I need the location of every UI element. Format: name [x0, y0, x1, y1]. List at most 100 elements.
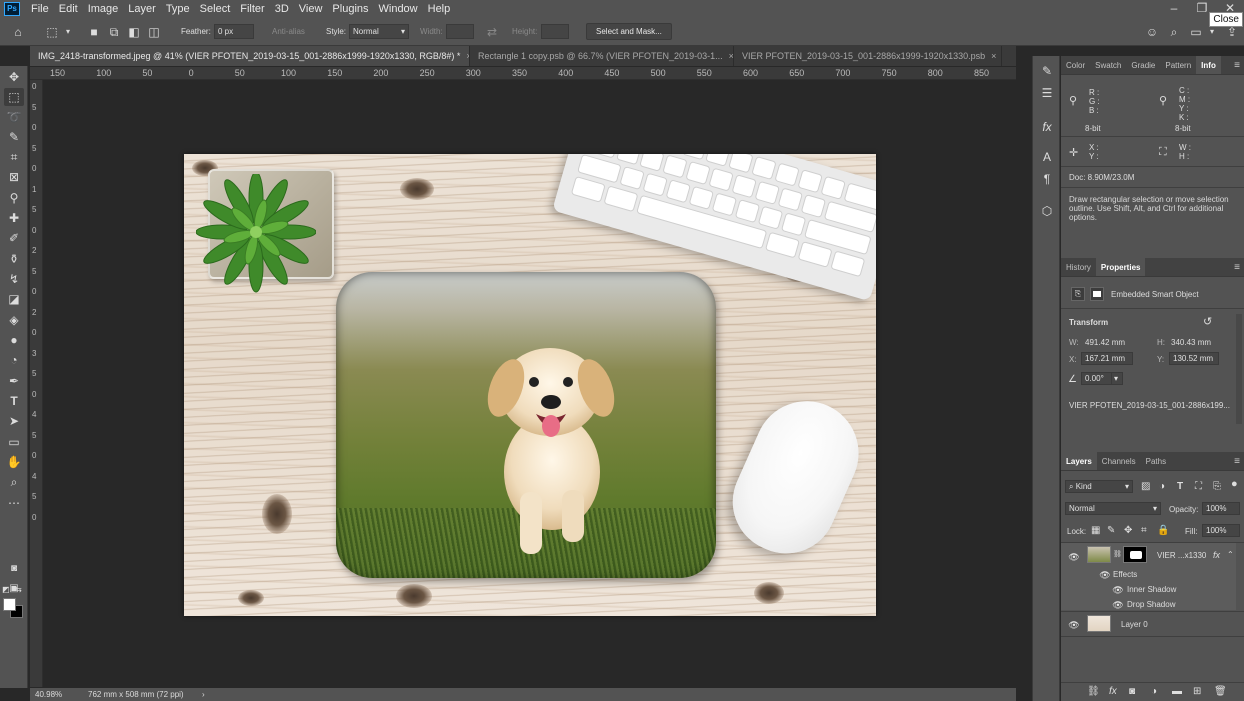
healing-brush-tool-icon[interactable]: ✚: [4, 209, 24, 227]
menu-help[interactable]: Help: [423, 0, 456, 18]
marquee-preset-icon[interactable]: ⬚: [44, 24, 60, 40]
tab-img-2418[interactable]: IMG_2418-transformed.jpeg @ 41% (VIER PF…: [30, 46, 470, 66]
tab-info[interactable]: Info: [1196, 56, 1221, 74]
effect-drop-shadow[interactable]: Drop Shadow: [1127, 600, 1175, 609]
layer-name[interactable]: Layer 0: [1121, 620, 1148, 629]
menu-view[interactable]: View: [294, 0, 328, 18]
lock-image-icon[interactable]: ✎: [1107, 525, 1115, 536]
quick-mask-icon[interactable]: ◙: [4, 560, 24, 578]
link-layers-icon[interactable]: ⛓: [1087, 686, 1100, 697]
y-position-input[interactable]: 130.52 mm: [1169, 352, 1219, 365]
menu-edit[interactable]: Edit: [54, 0, 83, 18]
menu-window[interactable]: Window: [374, 0, 423, 18]
chevron-down-icon[interactable]: ▾: [60, 24, 76, 40]
dodge-tool-icon[interactable]: ◔: [4, 351, 24, 369]
lock-artboard-icon[interactable]: ⌗: [1141, 525, 1147, 536]
menu-3d[interactable]: 3D: [270, 0, 294, 18]
layer-filter-kind-select[interactable]: ⌕ Kind ▾: [1065, 480, 1133, 493]
reset-transform-icon[interactable]: ↺: [1203, 315, 1212, 328]
styles-icon[interactable]: fx: [1038, 118, 1056, 136]
style-select[interactable]: Normal ▾: [349, 24, 409, 39]
eyedropper-tool-icon[interactable]: ⚲: [4, 189, 24, 207]
new-group-folder-icon[interactable]: ▬: [1172, 686, 1182, 697]
menu-image[interactable]: Image: [83, 0, 124, 18]
antialias-checkbox[interactable]: Anti-alias: [272, 27, 305, 36]
tab-swatches[interactable]: Swatch: [1090, 56, 1126, 74]
panel-menu-icon[interactable]: ≡: [1234, 452, 1240, 471]
tab-gradients[interactable]: Gradie: [1126, 56, 1160, 74]
blend-mode-select[interactable]: Normal ▾: [1065, 502, 1161, 515]
crop-tool-icon[interactable]: ⌗: [4, 148, 24, 166]
tab-vier-pfoten-psb[interactable]: VIER PFOTEN_2019-03-15_001-2886x1999-192…: [734, 46, 1002, 66]
foreground-color-swatch[interactable]: [3, 598, 16, 611]
properties-scrollbar[interactable]: [1236, 314, 1242, 424]
new-layer-icon[interactable]: ⊞: [1193, 686, 1201, 697]
visibility-eye-icon[interactable]: 👁: [1068, 620, 1080, 630]
share-icon[interactable]: ☺: [1144, 24, 1160, 40]
close-tab-icon[interactable]: ×: [991, 51, 996, 61]
height-value[interactable]: 340.43 mm: [1171, 338, 1211, 347]
filter-adjustment-icon[interactable]: ◑: [1159, 481, 1165, 492]
paragraph-icon[interactable]: ¶: [1038, 170, 1056, 188]
layer-mask-thumbnail[interactable]: [1123, 546, 1147, 563]
chevron-down-icon[interactable]: ▾: [1111, 372, 1123, 385]
tab-patterns[interactable]: Pattern: [1160, 56, 1196, 74]
type-tool-icon[interactable]: T: [4, 392, 24, 410]
blur-tool-icon[interactable]: ●: [4, 331, 24, 349]
effects-label[interactable]: Effects: [1113, 570, 1137, 579]
hand-tool-icon[interactable]: ✋: [4, 453, 24, 471]
panel-menu-icon[interactable]: ≡: [1234, 56, 1240, 75]
layer-fx-icon[interactable]: fx: [1213, 550, 1220, 560]
menu-file[interactable]: File: [26, 0, 54, 18]
rectangle-tool-icon[interactable]: ▭: [4, 433, 24, 451]
home-icon[interactable]: ⌂: [10, 24, 26, 40]
clone-stamp-tool-icon[interactable]: ⚱: [4, 250, 24, 268]
lock-transparent-icon[interactable]: ▦: [1091, 525, 1100, 536]
menu-plugins[interactable]: Plugins: [327, 0, 373, 18]
tab-paths[interactable]: Paths: [1141, 452, 1171, 470]
new-adjustment-icon[interactable]: ◑: [1151, 686, 1157, 697]
width-value[interactable]: 491.42 mm: [1085, 338, 1125, 347]
filter-shape-icon[interactable]: ⛶: [1195, 481, 1202, 492]
zoom-level[interactable]: 40.98%: [35, 690, 62, 699]
layer-row-layer-0[interactable]: 👁 Layer 0: [1061, 612, 1236, 636]
opacity-input[interactable]: 100%: [1202, 502, 1240, 515]
feather-input[interactable]: 0 px: [214, 24, 254, 39]
pen-tool-icon[interactable]: ✒: [4, 372, 24, 390]
width-input[interactable]: [446, 24, 474, 39]
trash-icon[interactable]: 🗑: [1214, 686, 1227, 697]
menu-filter[interactable]: Filter: [235, 0, 269, 18]
brush-settings-icon[interactable]: ✎: [1038, 62, 1056, 80]
tab-channels[interactable]: Channels: [1097, 452, 1141, 470]
subtract-selection-icon[interactable]: ◧: [126, 24, 142, 40]
frame-tool-icon[interactable]: ⊠: [4, 168, 24, 186]
history-brush-tool-icon[interactable]: ↯: [4, 270, 24, 288]
add-selection-icon[interactable]: ⧉: [106, 24, 122, 40]
filter-smart-object-icon[interactable]: ⎘: [1213, 481, 1221, 492]
collapse-effects-icon[interactable]: ⌃: [1227, 550, 1234, 559]
visibility-eye-icon[interactable]: 👁: [1112, 600, 1124, 610]
mousepad-smart-object[interactable]: [336, 272, 716, 578]
angle-input[interactable]: 0.00°: [1081, 372, 1113, 385]
screen-mode-icon[interactable]: ▣: [4, 580, 24, 598]
more-tools-icon[interactable]: ⋯: [4, 494, 24, 512]
menu-layer[interactable]: Layer: [123, 0, 161, 18]
tab-properties[interactable]: Properties: [1095, 258, 1146, 276]
character-icon[interactable]: A: [1038, 148, 1056, 166]
paint-bucket-tool-icon[interactable]: ◈: [4, 311, 24, 329]
brush-tool-icon[interactable]: ✐: [4, 229, 24, 247]
fill-input[interactable]: 100%: [1202, 524, 1240, 537]
status-menu-arrow[interactable]: ›: [202, 690, 205, 699]
tab-history[interactable]: History: [1061, 258, 1096, 276]
quick-selection-tool-icon[interactable]: ✎: [4, 128, 24, 146]
layer-name[interactable]: VIER ...x1330: [1157, 551, 1206, 560]
lock-position-icon[interactable]: ✥: [1124, 525, 1132, 536]
filter-toggle-icon[interactable]: ●: [1231, 478, 1238, 490]
lasso-tool-icon[interactable]: ➰: [4, 108, 24, 126]
tab-layers[interactable]: Layers: [1061, 452, 1097, 470]
visibility-eye-icon[interactable]: 👁: [1112, 585, 1124, 595]
3d-icon[interactable]: ⬡: [1038, 202, 1056, 220]
filter-type-icon[interactable]: T: [1177, 481, 1183, 492]
x-position-input[interactable]: 167.21 mm: [1081, 352, 1133, 365]
move-tool-icon[interactable]: ✥: [4, 68, 24, 86]
